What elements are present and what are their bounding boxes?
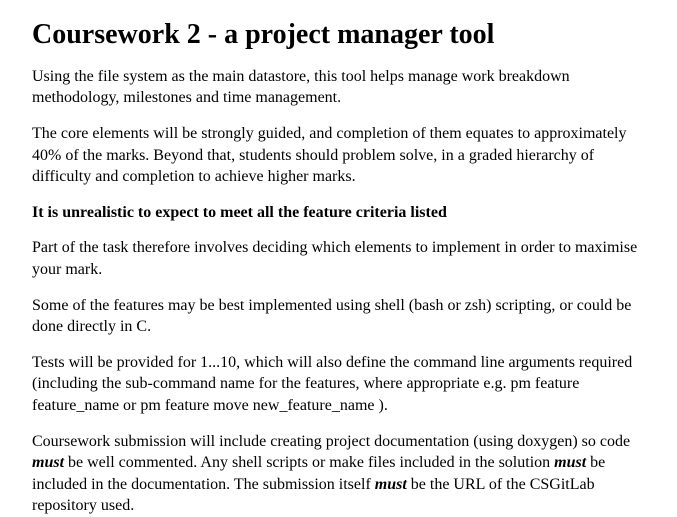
core-elements-paragraph: The core elements will be strongly guide…: [32, 123, 645, 188]
unrealistic-note-text: It is unrealistic to expect to meet all …: [32, 204, 447, 221]
page-title: Coursework 2 - a project manager tool: [32, 16, 645, 54]
intro-paragraph: Using the file system as the main datast…: [32, 66, 645, 109]
submission-text-a: Coursework submission will include creat…: [32, 433, 630, 450]
must-emphasis-1: must: [32, 454, 64, 471]
must-emphasis-2: must: [554, 454, 586, 471]
implementation-paragraph: Some of the features may be best impleme…: [32, 295, 645, 338]
must-emphasis-3: must: [375, 476, 407, 493]
maximise-mark-paragraph: Part of the task therefore involves deci…: [32, 237, 645, 280]
unrealistic-note: It is unrealistic to expect to meet all …: [32, 202, 645, 224]
submission-paragraph: Coursework submission will include creat…: [32, 431, 645, 517]
tests-paragraph: Tests will be provided for 1...10, which…: [32, 352, 645, 417]
submission-text-b: be well commented. Any shell scripts or …: [64, 454, 554, 471]
